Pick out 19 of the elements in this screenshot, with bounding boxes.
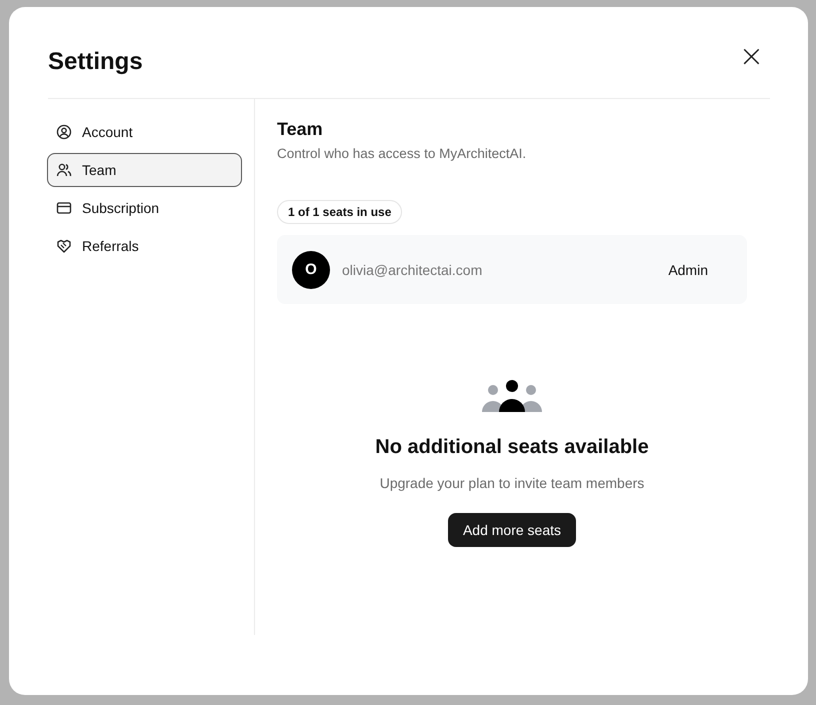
- sidebar-item[interactable]: Team: [47, 153, 242, 187]
- sidebar-item[interactable]: Subscription: [47, 191, 242, 225]
- people-icon: [56, 162, 72, 178]
- empty-state-title: No additional seats available: [375, 436, 649, 459]
- sidebar-item[interactable]: Referrals: [47, 229, 242, 263]
- member-role: Admin: [668, 262, 708, 278]
- avatar: O: [292, 250, 330, 288]
- dialog-title: Settings: [48, 48, 143, 76]
- member-email: olivia@architectai.com: [342, 262, 484, 278]
- add-seats-button[interactable]: Add more seats: [448, 513, 576, 547]
- section-description: Control who has access to MyArchitectAI.: [277, 146, 528, 161]
- seats-badge: 1 of 1 seats in use: [277, 200, 402, 224]
- close-button[interactable]: ×: [734, 42, 768, 72]
- user-circle-icon: [56, 124, 72, 140]
- sidebar-item[interactable]: Account: [47, 115, 242, 149]
- credit-card-icon: [56, 200, 72, 216]
- people-icon: [481, 380, 543, 412]
- empty-state-message: Upgrade your plan to invite team members: [380, 475, 644, 491]
- section-title: Team: [277, 119, 324, 140]
